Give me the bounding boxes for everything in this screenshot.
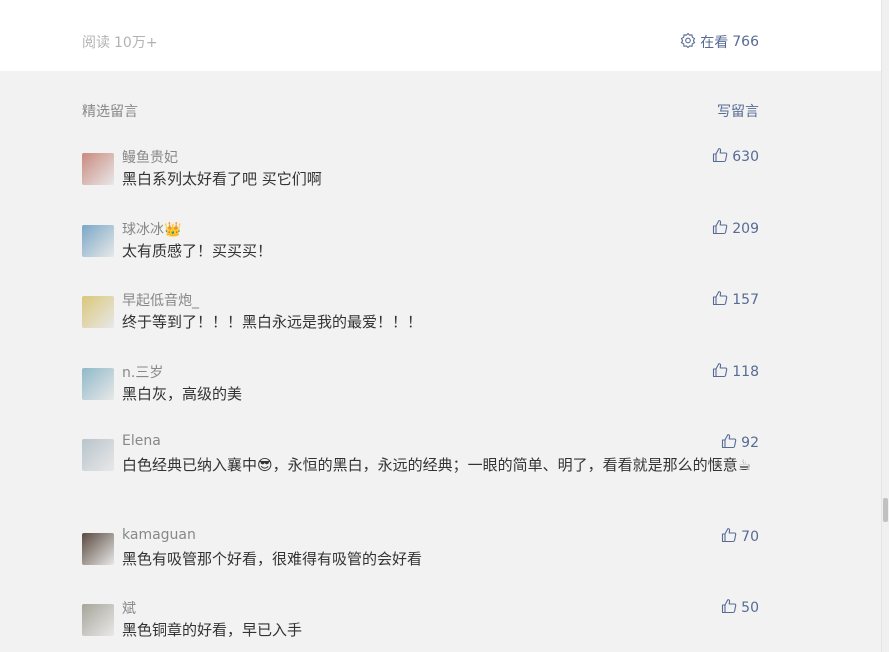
- avatar[interactable]: [82, 153, 114, 185]
- watching-label: 在看: [700, 35, 729, 51]
- comment-text: 黑色铜章的好看，早已入手: [122, 621, 303, 639]
- watching-button[interactable]: 在看 766: [680, 32, 759, 52]
- comment-text: 黑色有吸管那个好看，很难得有吸管的会好看: [122, 550, 423, 568]
- featured-comments-title: 精选留言: [82, 104, 138, 120]
- comment-text: 终于等到了！！！黑白永远是我的最爱！！！: [122, 313, 423, 331]
- comments-section: 精选留言 写留言 鳗鱼贵妃 黑白系列太好看了吧 买它们啊 630 球冰冰👑 太有…: [0, 71, 881, 652]
- like-count: 209: [732, 221, 759, 237]
- scrollbar-thumb[interactable]: [883, 498, 888, 522]
- watching-icon: [680, 32, 696, 52]
- thumbs-up-icon: [721, 527, 737, 547]
- comment-text: 太有质感了！买买买！: [122, 242, 273, 260]
- comment-nickname: 球冰冰👑: [122, 222, 182, 238]
- thumbs-up-icon: [712, 290, 728, 310]
- like-button[interactable]: 70: [721, 527, 759, 547]
- read-value: 10万+: [114, 35, 158, 51]
- like-button[interactable]: 92: [721, 433, 759, 453]
- like-button[interactable]: 118: [712, 362, 759, 382]
- like-button[interactable]: 209: [712, 219, 759, 239]
- comment-nickname: 早起低音炮_: [122, 293, 199, 309]
- watching-count: 766: [732, 34, 759, 50]
- like-count: 157: [732, 292, 759, 308]
- like-button[interactable]: 50: [721, 598, 759, 618]
- comment-nickname: 斌: [122, 601, 136, 617]
- comment-text: 白色经典已纳入襄中😎，永恒的黑白，永远的经典；一眼的简单、明了，看看就是那么的惬…: [122, 456, 752, 474]
- avatar[interactable]: [82, 439, 114, 471]
- read-count: 阅读 10万+: [82, 32, 162, 52]
- write-comment-link[interactable]: 写留言: [717, 101, 759, 121]
- like-count: 70: [741, 529, 759, 545]
- thumbs-up-icon: [712, 362, 728, 382]
- thumbs-up-icon: [721, 598, 737, 618]
- thumbs-up-icon: [712, 219, 728, 239]
- comment-nickname: 鳗鱼贵妃: [122, 150, 178, 166]
- comment-nickname: kamaguan: [122, 527, 196, 543]
- article-stats-bar: 阅读 10万+ 在看 766: [0, 0, 881, 71]
- like-count: 50: [741, 600, 759, 616]
- thumbs-up-icon: [721, 433, 737, 453]
- avatar[interactable]: [82, 225, 114, 257]
- avatar[interactable]: [82, 533, 114, 565]
- avatar[interactable]: [82, 368, 114, 400]
- like-count: 630: [732, 149, 759, 165]
- comment-nickname: n.三岁: [122, 365, 164, 381]
- scrollbar[interactable]: [881, 0, 889, 652]
- avatar[interactable]: [82, 296, 114, 328]
- like-button[interactable]: 157: [712, 290, 759, 310]
- comment-text: 黑白系列太好看了吧 买它们啊: [122, 170, 322, 188]
- like-count: 118: [732, 364, 759, 380]
- avatar[interactable]: [82, 604, 114, 636]
- like-button[interactable]: 630: [712, 147, 759, 167]
- thumbs-up-icon: [712, 147, 728, 167]
- comment-nickname: Elena: [122, 433, 161, 449]
- read-label: 阅读: [82, 35, 110, 51]
- like-count: 92: [741, 435, 759, 451]
- comment-text: 黑白灰，高级的美: [122, 385, 243, 403]
